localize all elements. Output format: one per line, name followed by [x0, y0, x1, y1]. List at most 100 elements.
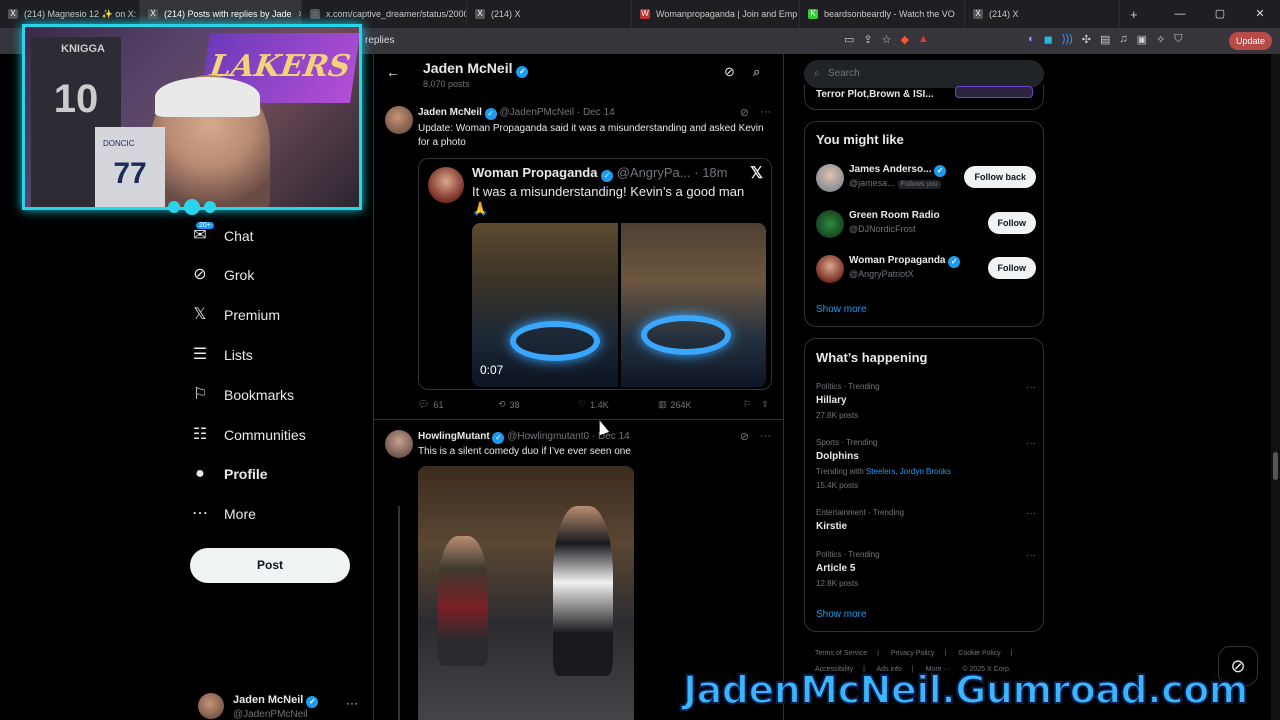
card-title: You might like — [816, 132, 904, 147]
repost-button[interactable]: ⟲ 38 — [498, 399, 578, 410]
video-frame-image — [620, 223, 766, 387]
quoted-tweet-text: It was a misunderstanding! Kevin’s a goo… — [472, 184, 745, 216]
thread-line — [398, 506, 400, 720]
sidebar-item-premium[interactable]: 𝕏 Premium — [190, 305, 280, 325]
more-icon[interactable]: ··· — [760, 106, 771, 118]
share-button[interactable]: ⇪ — [761, 399, 769, 410]
sidebar-item-more[interactable]: ⋯ More — [190, 504, 256, 524]
search-icon[interactable]: ⌕ — [753, 64, 760, 80]
extension-icons: ◐ ◼ ))) ✣ ▤ ♫ ▣ ✧ ⛉ — [1028, 33, 1183, 46]
scrollbar[interactable] — [1271, 54, 1280, 720]
sidebar-item-grok[interactable]: ⊘ Grok — [190, 265, 254, 285]
avatar[interactable] — [385, 430, 413, 458]
scrollbar-thumb[interactable] — [1273, 452, 1278, 480]
x-logo-icon: 𝕏 — [193, 306, 207, 323]
views-button[interactable]: ▥ 264K — [658, 399, 743, 410]
browser-tab[interactable]: X (214) X — [467, 0, 632, 28]
rewards-icon[interactable]: ▲ — [918, 33, 929, 46]
more-icon[interactable]: ··· — [1026, 438, 1036, 449]
cookie-link[interactable]: Cookie Policy — [958, 650, 1000, 657]
terms-link[interactable]: Terms of Service — [815, 650, 867, 657]
like-button[interactable]: ♡ 1.4K — [578, 399, 658, 410]
more-icon[interactable]: ··· — [1026, 508, 1036, 519]
tweet-video[interactable]: 0:07 — [472, 223, 766, 387]
sidebar-item-chat[interactable]: ✉ 20+ Chat — [190, 222, 254, 246]
show-more-link[interactable]: Show more — [816, 609, 867, 620]
minimize-icon[interactable]: — — [1160, 0, 1200, 28]
reply-button[interactable]: 💬︎ 61 — [418, 399, 498, 410]
follow-back-button[interactable]: Follow back — [964, 166, 1036, 188]
browser-tab[interactable]: X (214) X — [965, 0, 1120, 28]
trend-title: Dolphins — [816, 451, 859, 462]
posts-count: 8,070 posts — [423, 79, 470, 89]
sidebar-item-profile[interactable]: ● Profile — [190, 464, 267, 484]
puzzle-icon[interactable]: ✣ — [1082, 33, 1091, 46]
trend-category: Politics · Trending — [816, 382, 880, 391]
trend-related-link[interactable]: Steelers, Jordyn Brooks — [866, 467, 951, 476]
bookmark-page-icon[interactable]: ☆ — [882, 33, 892, 46]
vpn-icon[interactable]: ⛉ — [1174, 33, 1182, 46]
footer-separator: | — [944, 650, 947, 657]
quoted-tweet[interactable]: Woman Propaganda ✓ @AngryPa... · 18m 𝕏 I… — [418, 158, 772, 390]
k-favicon-icon: K — [808, 9, 818, 19]
trend-item[interactable]: Terror Plot,Brown & ISI... — [804, 84, 1044, 110]
update-button[interactable]: Update — [1228, 32, 1272, 50]
suggestion-handle: @jamesa... Follows you — [849, 178, 941, 189]
screenshot-icon[interactable]: ▭ — [844, 33, 854, 46]
account-switcher[interactable]: Jaden McNeil ✓ @JadenPMcNeil ··· — [198, 693, 368, 720]
neon-light — [510, 321, 600, 361]
more-icon[interactable]: ··· — [1026, 382, 1036, 393]
follow-button[interactable]: Follow — [987, 257, 1036, 279]
brave-shield-icon[interactable]: ◆ — [901, 33, 909, 46]
trend-category: Entertainment · Trending — [816, 508, 905, 517]
tweet-video[interactable] — [418, 466, 634, 720]
new-tab-icon[interactable]: + — [1120, 7, 1138, 22]
close-window-icon[interactable]: ✕ — [1240, 0, 1280, 28]
url-field[interactable]: replies — [365, 35, 394, 46]
extension-icon[interactable]: ◼ — [1044, 33, 1053, 46]
trend-item[interactable]: Entertainment · Trending Kirstie ··· — [816, 508, 1036, 532]
media-icon[interactable]: ♫ — [1119, 33, 1127, 46]
account-menu-icon[interactable]: ··· — [346, 696, 358, 710]
sidebar-item-bookmarks[interactable]: ⚐ Bookmarks — [190, 385, 294, 405]
post-button[interactable]: Post — [190, 548, 350, 583]
trend-item[interactable]: Politics · Trending Hillary 27.8K posts … — [816, 382, 1036, 420]
bookmark-button[interactable]: ⚐ — [743, 399, 751, 410]
quoted-tweet-author: Woman Propaganda ✓ @AngryPa... · 18m — [472, 165, 728, 182]
leo-icon[interactable]: ✧ — [1156, 33, 1165, 46]
privacy-link[interactable]: Privacy Policy — [891, 650, 935, 657]
follow-button[interactable]: Follow — [987, 212, 1036, 234]
share-icon[interactable]: ⇪ — [863, 33, 872, 46]
trend-item[interactable]: Sports · Trending Dolphins Trending with… — [816, 438, 1036, 490]
more-icon[interactable]: ··· — [1026, 550, 1036, 561]
back-arrow-icon[interactable]: ← — [386, 64, 400, 80]
restore-icon[interactable]: ▢ — [1200, 0, 1240, 28]
webcam-overlay: KNIGGA 10 LAKERS 77 DONCIC — [22, 24, 362, 210]
follow-suggestion[interactable]: James Anderso... ✓ @jamesa... Follows you… — [816, 164, 1036, 200]
extension-icon[interactable]: ))) — [1062, 33, 1073, 46]
more-icon[interactable]: ··· — [760, 430, 771, 442]
show-more-link[interactable]: Show more — [816, 304, 867, 315]
sidebar-item-lists[interactable]: ☰ Lists — [190, 345, 253, 365]
verified-badge-icon: ✓ — [948, 256, 961, 268]
reply-icon: 💬︎ — [418, 399, 430, 409]
trend-title: Kirstie — [816, 521, 848, 532]
sidebar-icon[interactable]: ▤ — [1100, 33, 1110, 46]
trend-item[interactable]: Politics · Trending Article 5 12.8K post… — [816, 550, 1036, 588]
avatar[interactable] — [385, 106, 413, 134]
grok-icon[interactable]: ⊘ — [724, 64, 735, 80]
browser-tab[interactable]: Kbeardsonbeardly - Watch the VO — [800, 0, 965, 28]
follow-suggestion[interactable]: Green Room Radio @DJNordicFrost Follow — [816, 210, 1036, 246]
grok-icon[interactable]: ⊘ — [740, 430, 749, 443]
address-bar-icons: ▭ ⇪ ☆ ◆ ▲ — [844, 33, 929, 46]
trend-related: Trending with Steelers, Jordyn Brooks — [816, 467, 951, 476]
w-favicon-icon: W — [640, 9, 650, 19]
sidebar-item-label: Grok — [224, 267, 255, 283]
follows-you-badge: Follows you — [897, 180, 941, 189]
wallet-icon[interactable]: ▣ — [1137, 33, 1147, 46]
follow-suggestion[interactable]: Woman Propaganda ✓ @AngryPatriotX Follow — [816, 255, 1036, 291]
browser-tab[interactable]: W Womanpropaganda | Join and Emp — [632, 0, 800, 28]
grok-icon[interactable]: ⊘ — [740, 106, 749, 119]
extension-icon[interactable]: ◐ — [1028, 33, 1035, 46]
sidebar-item-communities[interactable]: ☷ Communities — [190, 425, 306, 445]
